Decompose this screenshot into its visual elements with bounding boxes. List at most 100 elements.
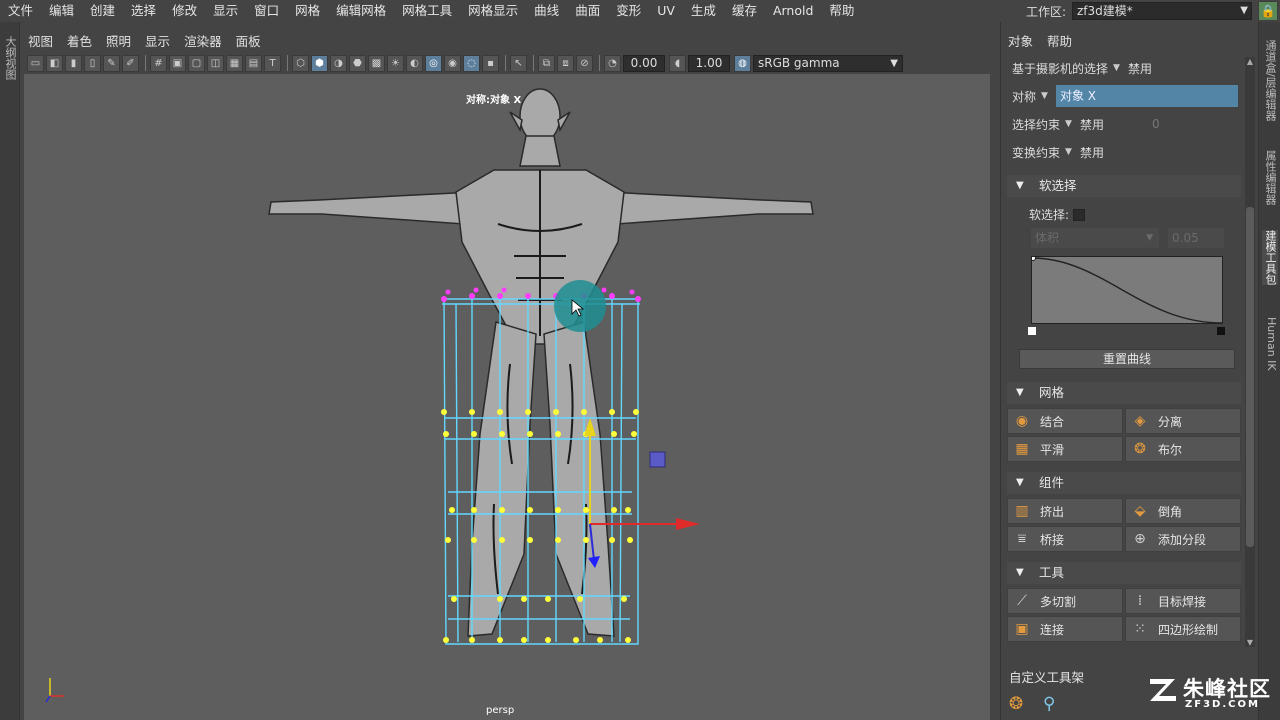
shelf-tool-icon[interactable]: ❂ [1009, 694, 1035, 718]
lock-icon[interactable]: 🔒 [1258, 1, 1278, 21]
falloff-curve-editor[interactable] [1030, 255, 1223, 324]
textured-icon[interactable]: ▩ [368, 54, 385, 72]
chevron-down-icon[interactable]: ▼ [1065, 119, 1072, 129]
resolution-gate-icon[interactable]: ▢ [188, 54, 205, 72]
workspace-selector[interactable]: 工作区: zf3d建模* ▼ [1026, 0, 1252, 22]
separate-button[interactable]: ◈ 分离 [1125, 408, 1241, 434]
toolkit-menu-item-1[interactable]: 帮助 [1047, 31, 1072, 50]
viewport-menu-item-2[interactable]: 照明 [99, 31, 138, 50]
toolkit-menu-item-0[interactable]: 对象 [1008, 31, 1033, 50]
safe-action-icon[interactable]: ▤ [245, 54, 262, 72]
scroll-up-icon[interactable]: ▲ [1245, 57, 1255, 66]
2d-pan-icon[interactable]: ✎ [103, 54, 120, 72]
menu-item-18[interactable]: 帮助 [821, 0, 862, 22]
outliner-tab[interactable]: 大纲视图 [2, 36, 18, 80]
bridge-button[interactable]: ⩸ 桥接 [1007, 526, 1123, 552]
viewport-menu-item-5[interactable]: 面板 [229, 31, 268, 50]
tab-attribute-editor[interactable]: 属性编辑器 [1262, 150, 1278, 205]
select-tool-icon[interactable]: ↖ [510, 54, 527, 72]
scrollbar-thumb[interactable] [1246, 207, 1254, 547]
multi-cut-button[interactable]: ⟋ 多切割 [1007, 588, 1123, 614]
shadows-icon[interactable]: ◐ [406, 54, 423, 72]
menu-item-0[interactable]: 文件 [0, 0, 41, 22]
transform-constraint-value[interactable]: 禁用 [1080, 144, 1104, 161]
boolean-button[interactable]: ❂ 布尔 [1125, 436, 1241, 462]
menu-item-11[interactable]: 曲线 [526, 0, 567, 22]
gamma-field[interactable]: 1.00 [688, 54, 730, 72]
curve-key-start[interactable] [1028, 327, 1036, 335]
soft-select-section-header[interactable]: ▼ 软选择 [1007, 175, 1241, 197]
xray-active-icon[interactable]: ◉ [444, 54, 461, 72]
chevron-down-icon[interactable]: ▼ [1113, 63, 1120, 73]
image-plane-icon[interactable]: ▯ [84, 54, 101, 72]
menu-item-3[interactable]: 选择 [123, 0, 164, 22]
smooth-button[interactable]: ▦ 平滑 [1007, 436, 1123, 462]
camera-selection-value[interactable]: 禁用 [1128, 60, 1152, 77]
curve-key-end[interactable] [1217, 327, 1225, 335]
color-space-dropdown[interactable]: sRGB gamma ▼ [753, 54, 903, 72]
default-material-icon[interactable]: ◑ [330, 54, 347, 72]
lights-icon[interactable]: ☀ [387, 54, 404, 72]
safe-title-icon[interactable]: T [264, 54, 281, 72]
menu-item-1[interactable]: 编辑 [41, 0, 82, 22]
menu-item-12[interactable]: 曲面 [567, 0, 608, 22]
grease-pencil-icon[interactable]: ✐ [122, 54, 139, 72]
menu-item-10[interactable]: 网格显示 [460, 0, 526, 22]
menu-item-15[interactable]: 生成 [683, 0, 724, 22]
quad-draw-button[interactable]: ⁙ 四边形绘制 [1125, 616, 1241, 642]
combine-button[interactable]: ◉ 结合 [1007, 408, 1123, 434]
menu-item-2[interactable]: 创建 [82, 0, 123, 22]
xray-icon[interactable]: ◎ [425, 54, 442, 72]
bevel-button[interactable]: ⬙ 倒角 [1125, 498, 1241, 524]
scene-canvas[interactable] [24, 74, 990, 720]
menu-item-14[interactable]: UV [649, 0, 683, 22]
menu-item-17[interactable]: Arnold [765, 0, 821, 22]
wireframe-on-shaded-icon[interactable]: ⬣ [349, 54, 366, 72]
menu-item-4[interactable]: 修改 [164, 0, 205, 22]
tab-human-ik[interactable]: Human IK [1262, 317, 1278, 371]
soft-select-checkbox[interactable] [1073, 208, 1086, 221]
workspace-dropdown[interactable]: zf3d建模* ▼ [1072, 2, 1252, 20]
color-management-icon[interactable]: ◍ [734, 54, 751, 72]
grid-icon[interactable]: # [150, 54, 167, 72]
exposure-field[interactable]: 0.00 [623, 54, 665, 72]
field-chart-icon[interactable]: ▦ [226, 54, 243, 72]
gate-mask-icon[interactable]: ◫ [207, 54, 224, 72]
viewport-menu-item-1[interactable]: 着色 [60, 31, 99, 50]
menu-item-7[interactable]: 网格 [287, 0, 328, 22]
multisample-icon[interactable]: ⧉ [538, 54, 555, 72]
chevron-down-icon[interactable]: ▼ [1065, 147, 1072, 157]
menu-item-5[interactable]: 显示 [205, 0, 246, 22]
add-divisions-button[interactable]: ⊕ 添加分段 [1125, 526, 1241, 552]
xray-joints-icon[interactable]: ◌ [463, 54, 480, 72]
menu-item-13[interactable]: 变形 [608, 0, 649, 22]
camera-select-icon[interactable]: ▭ [27, 54, 44, 72]
film-gate-icon[interactable]: ▣ [169, 54, 186, 72]
bookmark-icon[interactable]: ▮ [65, 54, 82, 72]
3d-viewport[interactable]: 对称:对象 X persp [24, 74, 990, 720]
exposure-icon[interactable]: ◔ [604, 54, 621, 72]
menu-item-16[interactable]: 缓存 [724, 0, 765, 22]
menu-item-6[interactable]: 窗口 [246, 0, 287, 22]
wireframe-icon[interactable]: ⬡ [292, 54, 309, 72]
gamma-icon[interactable]: ◖ [669, 54, 686, 72]
connect-button[interactable]: ▣ 连接 [1007, 616, 1123, 642]
toolkit-scrollbar[interactable]: ▲ ▼ [1245, 57, 1255, 647]
menu-item-9[interactable]: 网格工具 [394, 0, 460, 22]
camera-attributes-icon[interactable]: ◧ [46, 54, 63, 72]
tools-section-header[interactable]: ▼ 工具 [1007, 562, 1241, 584]
viewport-menu-item-3[interactable]: 显示 [138, 31, 177, 50]
tab-modeling-toolkit[interactable]: 建模工具包 [1262, 230, 1278, 285]
tab-channel-box[interactable]: 通道盒/层编辑器 [1262, 40, 1278, 121]
extrude-button[interactable]: ▥ 挤出 [1007, 498, 1123, 524]
reset-curve-button[interactable]: 重置曲线 [1019, 349, 1235, 369]
motion-blur-icon[interactable]: ⊘ [576, 54, 593, 72]
viewport-menu-item-0[interactable]: 视图 [21, 31, 60, 50]
viewport-menu-item-4[interactable]: 渲染器 [177, 31, 229, 50]
ambient-occlusion-icon[interactable]: ⧈ [557, 54, 574, 72]
shelf-tool-icon[interactable]: ⚲ [1043, 694, 1069, 718]
isolate-icon[interactable]: ▪ [482, 54, 499, 72]
menu-item-8[interactable]: 编辑网格 [328, 0, 394, 22]
chevron-down-icon[interactable]: ▼ [1041, 91, 1048, 101]
scroll-down-icon[interactable]: ▼ [1245, 638, 1255, 647]
